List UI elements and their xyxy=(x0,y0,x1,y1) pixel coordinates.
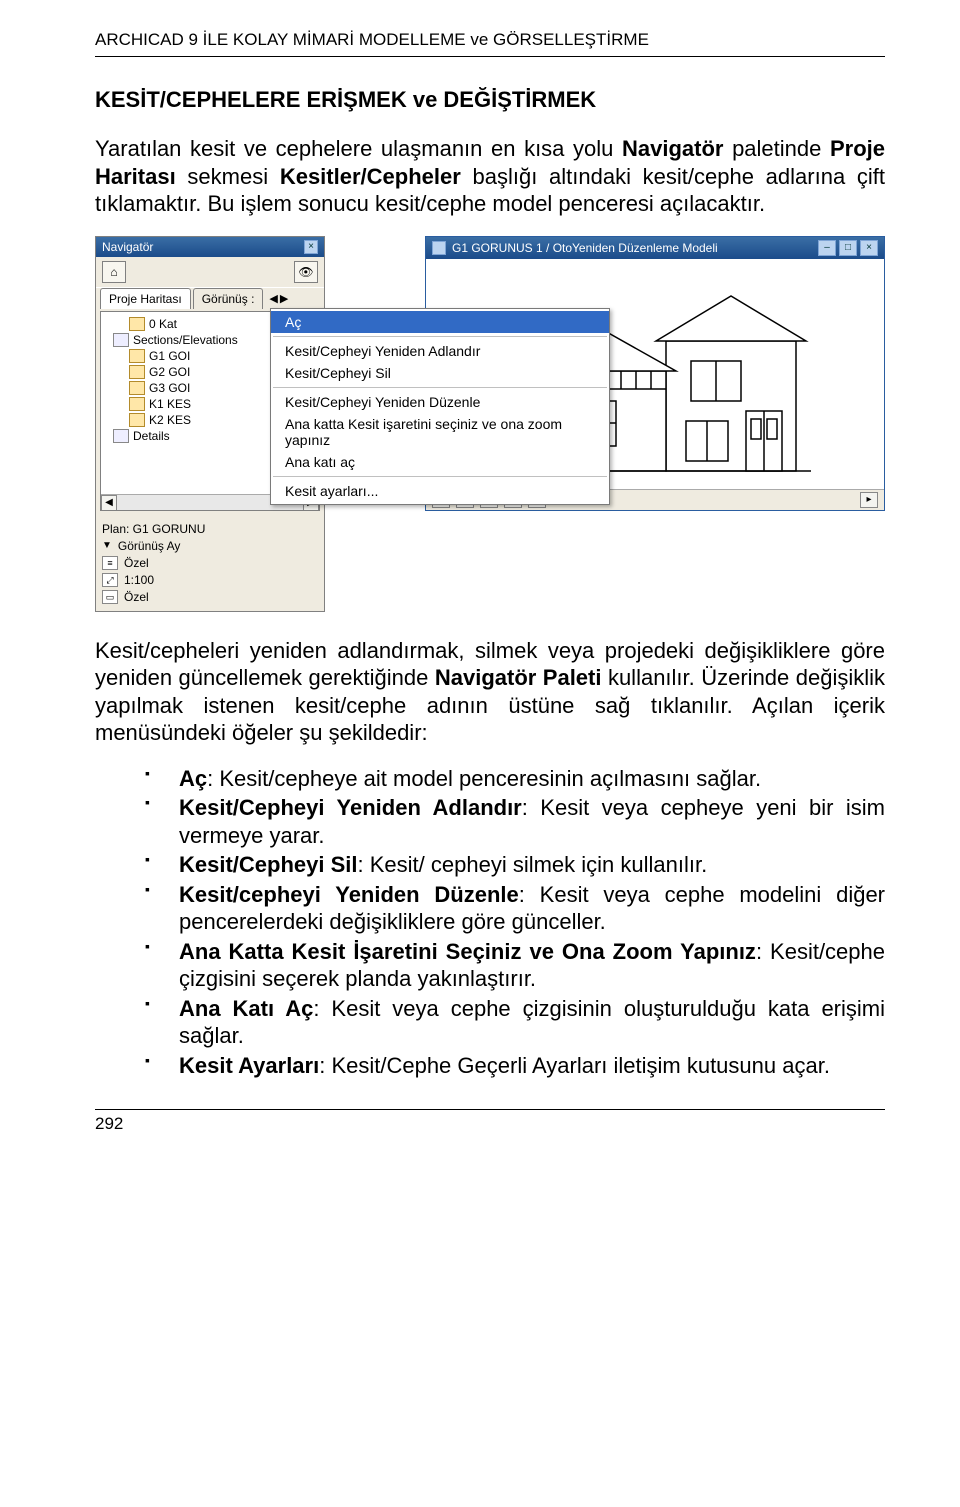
ctx-settings[interactable]: Kesit ayarları... xyxy=(271,480,609,502)
scale-row[interactable]: ⤢ 1:100 xyxy=(102,573,318,587)
bold-term: Navigatör Paleti xyxy=(435,665,602,690)
scroll-left-icon[interactable]: ◀ xyxy=(101,495,117,511)
maximize-icon[interactable]: □ xyxy=(839,240,857,256)
nav-mode-icon[interactable]: ⌂ xyxy=(102,261,126,283)
details-icon xyxy=(113,429,129,443)
item-name: Kesit/cepheyi Yeniden Düzenle xyxy=(179,882,519,907)
item-desc: : Kesit/Cephe Geçerli Ayarları iletişim … xyxy=(319,1053,830,1078)
triangle-icon: ▼ xyxy=(102,540,112,551)
tree-label: Details xyxy=(133,429,170,443)
nav-view-icon[interactable]: 👁 xyxy=(294,261,318,283)
footer-rule xyxy=(95,1109,885,1110)
item-name: Kesit Ayarları xyxy=(179,1053,319,1078)
sections-icon xyxy=(113,333,129,347)
close-icon[interactable]: × xyxy=(304,240,318,254)
tab-next-icon[interactable]: ▶ xyxy=(280,292,288,305)
floor-icon xyxy=(129,317,145,331)
display-icon: ▭ xyxy=(102,590,118,604)
menu-items-list: Aç: Kesit/cepheye ait model penceresinin… xyxy=(145,765,885,1080)
display-row[interactable]: ▭ Özel xyxy=(102,590,318,604)
tree-label: K2 KES xyxy=(149,413,191,427)
list-item: Kesit/cepheyi Yeniden Düzenle: Kesit vey… xyxy=(145,881,885,936)
section-title: KESİT/CEPHELERE ERİŞMEK ve DEĞİŞTİRMEK xyxy=(95,87,885,113)
view-settings-row[interactable]: ▼ Görünüş Ay xyxy=(102,539,318,553)
tree-label: K1 KES xyxy=(149,397,191,411)
menu-separator xyxy=(273,336,607,337)
text: Yaratılan kesit ve cephelere ulaşmanın e… xyxy=(95,136,622,161)
text: paletinde xyxy=(723,136,830,161)
elevation-icon xyxy=(129,365,145,379)
item-desc: : Kesit/cepheye ait model penceresinin a… xyxy=(207,766,761,791)
tree-label: G3 GOI xyxy=(149,381,190,395)
navigator-mode-row: ⌂ 👁 xyxy=(96,257,324,288)
navigator-title: Navigatör xyxy=(102,240,153,254)
item-name: Aç xyxy=(179,766,207,791)
elevation-icon xyxy=(129,381,145,395)
plan-label-row: Plan: G1 GORUNU xyxy=(102,522,318,536)
ctx-rename[interactable]: Kesit/Cepheyi Yeniden Adlandır xyxy=(271,340,609,362)
tree-label: Sections/Elevations xyxy=(133,333,238,347)
bold-term: Kesitler/Cepheler xyxy=(280,164,461,189)
scale-label: 1:100 xyxy=(124,573,154,587)
ctx-rebuild[interactable]: Kesit/Cepheyi Yeniden Düzenle xyxy=(271,391,609,413)
section-icon xyxy=(129,397,145,411)
layers-icon: ≡ xyxy=(102,556,118,570)
tree-label: G2 GOI xyxy=(149,365,190,379)
tab-prev-icon[interactable]: ◀ xyxy=(269,292,277,305)
model-window-titlebar[interactable]: G1 GORUNUS 1 / OtoYeniden Düzenleme Mode… xyxy=(426,237,884,259)
item-name: Kesit/Cepheyi Yeniden Adlandır xyxy=(179,795,522,820)
text: sekmesi xyxy=(176,164,280,189)
list-item: Kesit/Cepheyi Sil: Kesit/ cepheyi silmek… xyxy=(145,851,885,879)
running-header: ARCHICAD 9 İLE KOLAY MİMARİ MODELLEME ve… xyxy=(95,30,885,50)
item-name: Ana Katta Kesit İşaretini Seçiniz ve Ona… xyxy=(179,939,756,964)
menu-separator xyxy=(273,476,607,477)
navigator-titlebar[interactable]: Navigatör × xyxy=(96,237,324,257)
list-item: Ana Katı Aç: Kesit veya cephe çizgisinin… xyxy=(145,995,885,1050)
layer-combo-row[interactable]: ≡ Özel xyxy=(102,556,318,570)
display-label: Özel xyxy=(124,590,149,604)
tab-other[interactable]: Görünüş : xyxy=(193,288,264,309)
elevation-icon xyxy=(129,349,145,363)
header-rule xyxy=(95,56,885,57)
tab-project-map[interactable]: Proje Haritası xyxy=(100,288,191,309)
close-icon[interactable]: × xyxy=(860,240,878,256)
options-icon[interactable]: ▸ xyxy=(860,492,878,508)
bold-term: Navigatör xyxy=(622,136,723,161)
window-icon xyxy=(432,241,446,255)
intro-paragraph: Yaratılan kesit ve cephelere ulaşmanın e… xyxy=(95,135,885,218)
screenshot-figure: Navigatör × ⌂ 👁 Proje Haritası Görünüş :… xyxy=(95,236,885,612)
list-item: Kesit/Cepheyi Yeniden Adlandır: Kesit ve… xyxy=(145,794,885,849)
navigator-tabs: Proje Haritası Görünüş : ◀ ▶ xyxy=(96,288,324,309)
plan-label: Plan: G1 GORUNU xyxy=(102,522,205,536)
context-menu: Aç Kesit/Cepheyi Yeniden Adlandır Kesit/… xyxy=(270,308,610,505)
ctx-open-home[interactable]: Ana katı aç xyxy=(271,451,609,473)
scale-icon: ⤢ xyxy=(102,573,118,587)
ctx-delete[interactable]: Kesit/Cepheyi Sil xyxy=(271,362,609,384)
list-item: Aç: Kesit/cepheye ait model penceresinin… xyxy=(145,765,885,793)
tree-label: 0 Kat xyxy=(149,317,177,331)
section-icon xyxy=(129,413,145,427)
tree-label: G1 GOI xyxy=(149,349,190,363)
minimize-icon[interactable]: – xyxy=(818,240,836,256)
ctx-open[interactable]: Aç xyxy=(271,311,609,333)
item-name: Ana Katı Aç xyxy=(179,996,313,1021)
item-desc: : Kesit/ cepheyi silmek için kullanılır. xyxy=(358,852,708,877)
page-number: 292 xyxy=(95,1114,885,1134)
ctx-zoom-home[interactable]: Ana katta Kesit işaretini seçiniz ve ona… xyxy=(271,413,609,451)
list-item: Ana Katta Kesit İşaretini Seçiniz ve Ona… xyxy=(145,938,885,993)
view-settings-label: Görünüş Ay xyxy=(118,539,180,553)
item-name: Kesit/Cepheyi Sil xyxy=(179,852,358,877)
list-item: Kesit Ayarları: Kesit/Cephe Geçerli Ayar… xyxy=(145,1052,885,1080)
menu-separator xyxy=(273,387,607,388)
navigator-properties: Plan: G1 GORUNU ▼ Görünüş Ay ≡ Özel ⤢ 1:100… xyxy=(96,515,324,611)
model-window-title: G1 GORUNUS 1 / OtoYeniden Düzenleme Mode… xyxy=(452,241,718,255)
second-paragraph: Kesit/cepheleri yeniden adlandırmak, sil… xyxy=(95,637,885,747)
layer-combo-label: Özel xyxy=(124,556,149,570)
